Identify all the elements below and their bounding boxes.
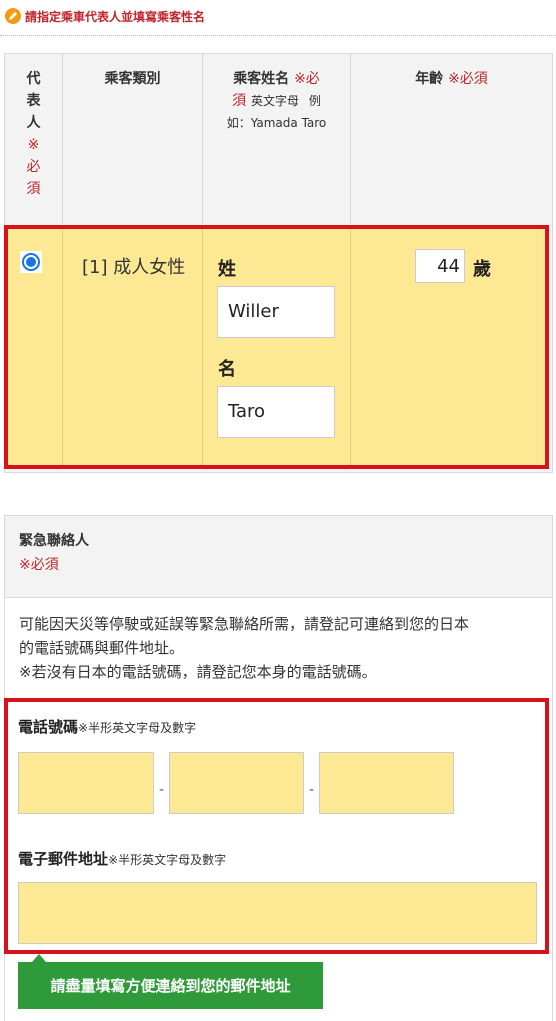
email-input[interactable] <box>18 882 537 944</box>
passenger-type: [1] 成人女性 <box>82 257 186 278</box>
phone-label: 電話號碼※半形英文字母及數字 <box>18 718 197 736</box>
age-input[interactable]: 44 <box>415 249 465 283</box>
phone-input-2[interactable] <box>169 752 304 814</box>
first-name-label: 名 <box>218 359 236 380</box>
pencil-icon <box>5 8 21 24</box>
phone-input-1[interactable] <box>18 752 154 814</box>
emergency-contact-title: 緊急聯絡人 <box>19 533 89 549</box>
email-tooltip: 請盡量填寫方便連絡到您的郵件地址 <box>18 962 323 1009</box>
last-name-input[interactable]: Willer <box>217 286 335 338</box>
required-badge: ※必須 <box>19 557 59 573</box>
column-header-age: 年齡 ※必須 <box>415 71 488 87</box>
passenger-type-cell: [1] 成人女性 <box>63 229 203 465</box>
phone-separator: - <box>159 782 165 798</box>
emergency-description: 可能因天災等停駛或延誤等緊急聯絡所需，請登記可連絡到您的日本 的電話號碼與郵件地… <box>19 615 470 681</box>
section-title-text: 請指定乘車代表人並填寫乘客性名 <box>25 9 206 24</box>
passenger-row: [1] 成人女性 姓 Willer 名 Taro 44 歲 <box>4 225 549 469</box>
age-unit: 歲 <box>473 259 491 280</box>
column-header-passenger-name: 乘客姓名 ※必 須 英文字母 例 如：Yamada Taro <box>203 54 351 224</box>
phone-input-3[interactable] <box>319 752 454 814</box>
tooltip-arrow <box>32 954 46 962</box>
age-cell: 44 歲 <box>351 229 545 465</box>
representative-cell <box>8 229 63 465</box>
emergency-contact-header: 緊急聯絡人 ※必須 <box>5 516 552 598</box>
divider <box>0 35 556 36</box>
phone-separator: - <box>309 782 315 798</box>
contact-fields-box: 電話號碼※半形英文字母及數字 - - 電子郵件地址※半形英文字母及數字 <box>4 698 549 954</box>
representative-radio[interactable] <box>20 251 42 273</box>
first-name-input[interactable]: Taro <box>217 386 335 438</box>
radio-selected-icon <box>26 257 36 267</box>
last-name-label: 姓 <box>218 259 236 280</box>
column-header-representative: 代 表 人 ※ 必 須 <box>5 54 63 224</box>
email-label: 電子郵件地址※半形英文字母及數字 <box>18 850 227 868</box>
passenger-name-cell: 姓 Willer 名 Taro <box>203 229 351 465</box>
column-header-passenger-type: 乘客類別 <box>63 54 203 224</box>
section-title: 請指定乘車代表人並填寫乘客性名 <box>5 6 205 26</box>
